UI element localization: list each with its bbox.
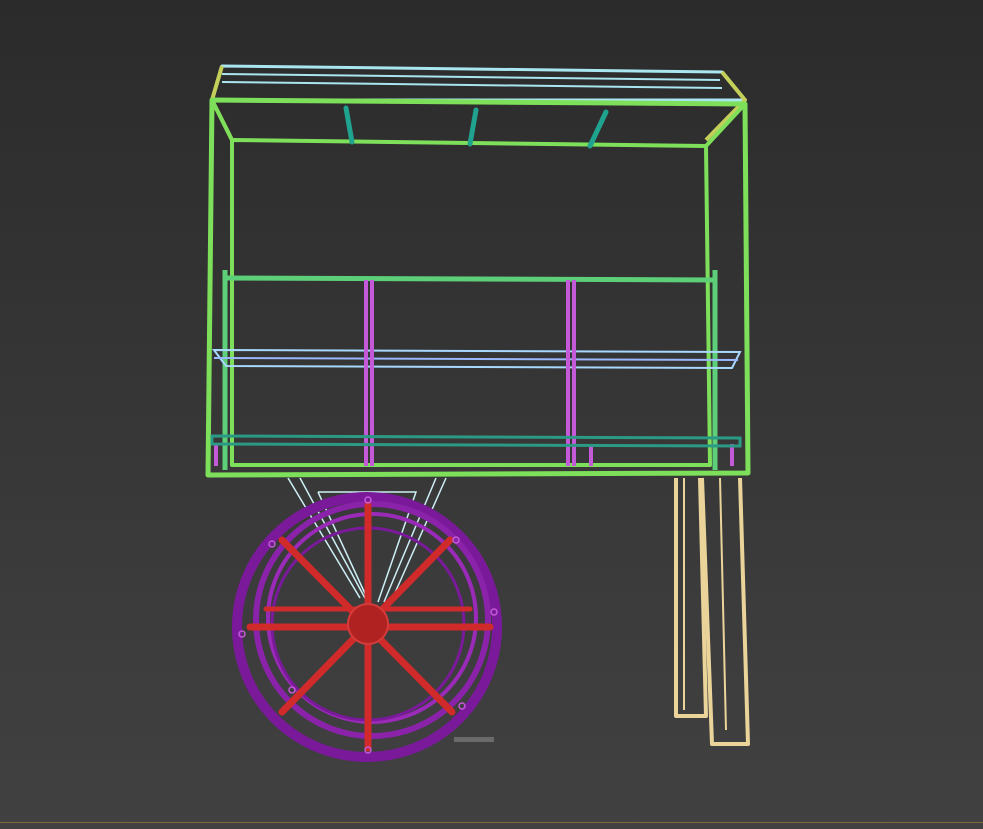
wheel-hub xyxy=(347,603,389,645)
brace-3 xyxy=(587,109,609,149)
shelf-line xyxy=(213,357,739,361)
lower-rail-outline xyxy=(210,434,742,448)
frame-front-outline xyxy=(205,97,751,478)
leg-back-inner xyxy=(719,477,727,731)
frame-mid-rail xyxy=(224,275,717,283)
lower-rail xyxy=(210,434,742,448)
brace-1 xyxy=(343,105,355,145)
brace-2 xyxy=(467,107,479,147)
3d-viewport[interactable] xyxy=(0,0,983,829)
frame-back-outline xyxy=(230,138,712,467)
shelf xyxy=(211,348,742,370)
roof-top-inner xyxy=(221,73,723,89)
legs xyxy=(674,477,750,746)
wheel xyxy=(232,492,502,762)
grid-baseline xyxy=(0,822,983,823)
frame xyxy=(205,97,751,478)
cart-wireframe[interactable] xyxy=(0,0,983,829)
ground-marker xyxy=(454,737,494,742)
